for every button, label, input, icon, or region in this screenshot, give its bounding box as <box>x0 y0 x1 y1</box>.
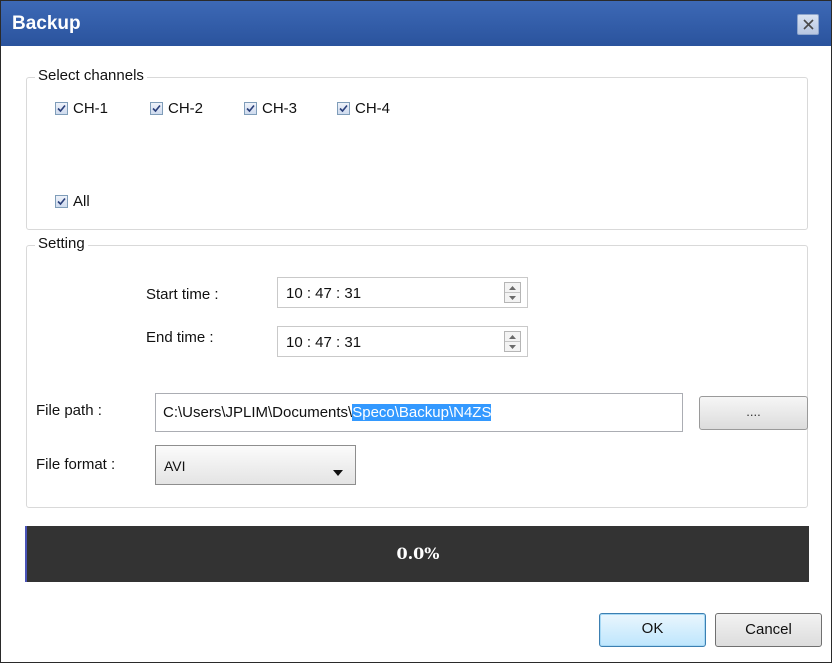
dialog-title: Backup <box>12 13 81 34</box>
file-path-label: File path : <box>36 402 102 419</box>
progress-text: 0.0% <box>396 544 440 563</box>
start-time-value: 10 : 47 : 31 <box>286 285 362 302</box>
checkbox-checked-icon <box>337 102 350 115</box>
ok-button[interactable]: OK <box>599 613 706 647</box>
channel-checkbox-all[interactable]: All <box>55 193 90 210</box>
spin-up-icon[interactable] <box>505 283 520 293</box>
close-icon <box>802 19 814 30</box>
channel-checkbox-ch4[interactable]: CH-4 <box>337 100 390 117</box>
spin-down-icon[interactable] <box>505 293 520 302</box>
file-format-select[interactable]: AVI <box>155 445 356 485</box>
channel-checkbox-ch3[interactable]: CH-3 <box>244 100 297 117</box>
end-time-spinner[interactable] <box>504 331 521 352</box>
channel-checkbox-ch1[interactable]: CH-1 <box>55 100 108 117</box>
select-channels-group <box>26 77 808 230</box>
end-time-input[interactable]: 10 : 47 : 31 <box>277 326 528 357</box>
checkbox-label: CH-3 <box>262 100 298 117</box>
checkbox-checked-icon <box>150 102 163 115</box>
checkbox-label: CH-4 <box>355 100 391 117</box>
checkbox-checked-icon <box>244 102 257 115</box>
start-time-label: Start time : <box>146 286 219 303</box>
spin-down-icon[interactable] <box>505 342 520 351</box>
end-time-value: 10 : 47 : 31 <box>286 334 362 351</box>
checkbox-label: CH-2 <box>168 100 204 117</box>
checkbox-label: All <box>73 193 90 210</box>
setting-title: Setting <box>35 235 88 252</box>
end-time-label: End time : <box>146 329 214 346</box>
start-time-input[interactable]: 10 : 47 : 31 <box>277 277 528 308</box>
chevron-down-icon <box>333 463 343 480</box>
spin-up-icon[interactable] <box>505 332 520 342</box>
start-time-spinner[interactable] <box>504 282 521 303</box>
file-path-unselected-text: C:\Users\JPLIM\Documents\ <box>163 404 353 421</box>
file-path-selected-text: Speco\Backup\N4ZS <box>352 404 492 421</box>
select-channels-title: Select channels <box>35 67 147 84</box>
checkbox-checked-icon <box>55 102 68 115</box>
close-button[interactable] <box>797 14 819 35</box>
checkbox-label: CH-1 <box>73 100 109 117</box>
file-format-value: AVI <box>164 458 186 474</box>
backup-progress-bar: 0.0% <box>25 526 809 582</box>
backup-dialog: Backup Select channels CH-1 CH-2 CH-3 CH… <box>0 0 832 663</box>
title-bar[interactable]: Backup <box>1 1 831 46</box>
file-path-value: C:\Users\JPLIM\Documents\Speco\Backup\N4… <box>163 404 492 421</box>
file-path-input[interactable]: C:\Users\JPLIM\Documents\Speco\Backup\N4… <box>155 393 683 432</box>
file-format-label: File format : <box>36 456 116 473</box>
channel-checkbox-ch2[interactable]: CH-2 <box>150 100 203 117</box>
checkbox-checked-icon <box>55 195 68 208</box>
cancel-button[interactable]: Cancel <box>715 613 822 647</box>
browse-button[interactable]: .... <box>699 396 808 430</box>
